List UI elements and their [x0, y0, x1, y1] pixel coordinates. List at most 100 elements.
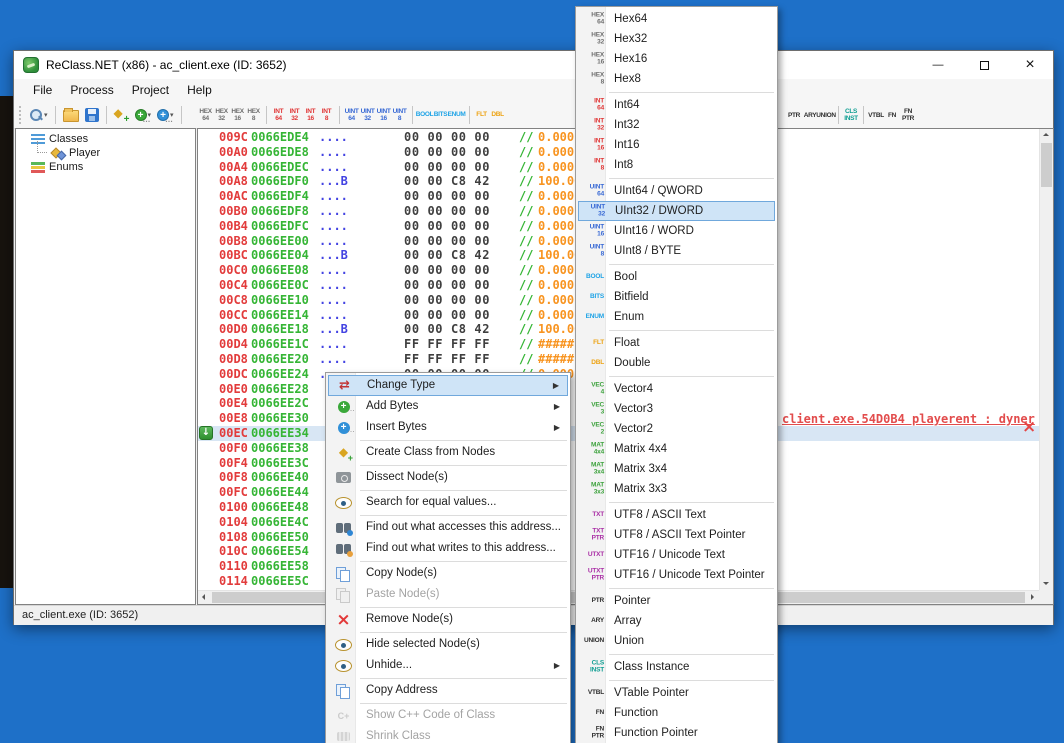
- toolbar-type-enum[interactable]: ENUM: [449, 109, 465, 120]
- toolbar-type-union[interactable]: UNION: [818, 110, 834, 121]
- toolbar-type-fnptr[interactable]: FNPTR: [900, 106, 916, 124]
- type-menu-item-function[interactable]: FNFunction: [578, 703, 775, 723]
- type-menu-item-matrix-3x3[interactable]: MAT3x3Matrix 3x3: [578, 479, 775, 499]
- toolbar-type-hex32[interactable]: HEX32: [214, 106, 230, 124]
- type-menu-item-utf16-unicode-text-pointer[interactable]: UTXTPTRUTF16 / Unicode Text Pointer: [578, 565, 775, 585]
- toolbar-type-uint8[interactable]: UINT8: [392, 106, 408, 124]
- type-int-16-icon: INT16: [580, 139, 607, 152]
- context-menu-item-remove-node-s[interactable]: Remove Node(s): [328, 609, 568, 630]
- type-menu-item-int8[interactable]: INT8Int8: [578, 155, 775, 175]
- context-menu-item-change-type[interactable]: Change Type▶: [328, 375, 568, 396]
- attach-process-button[interactable]: ▾: [26, 103, 51, 127]
- vertical-scroll-thumb[interactable]: [1041, 143, 1052, 187]
- toolbar-type-hex16[interactable]: HEX16: [230, 106, 246, 124]
- toolbar-type-uint32[interactable]: UINT32: [360, 106, 376, 124]
- type-menu-item-union[interactable]: UNIONUnion: [578, 631, 775, 651]
- maximize-button[interactable]: [961, 51, 1007, 79]
- create-class-button[interactable]: [111, 103, 132, 127]
- title-bar[interactable]: ReClass.NET (x86) - ac_client.exe (ID: 3…: [14, 51, 1053, 79]
- type-menu-item-matrix-4x4[interactable]: MAT4x4Matrix 4x4: [578, 439, 775, 459]
- type-menu-item-hex64[interactable]: HEX64Hex64: [578, 9, 775, 29]
- toolbar-type-dbl[interactable]: DBL: [490, 109, 506, 120]
- toolbar-type-int8[interactable]: INT8: [319, 106, 335, 124]
- insert-bytes-button[interactable]: + ▾: [154, 103, 177, 127]
- type-menu-item-enum[interactable]: ENUMEnum: [578, 307, 775, 327]
- type-menu-item-pointer[interactable]: PTRPointer: [578, 591, 775, 611]
- toolbar-type-bool[interactable]: BOOL: [417, 109, 433, 120]
- type-menu-item-float[interactable]: FLTFloat: [578, 333, 775, 353]
- type-menu-item-bitfield[interactable]: BITSBitfield: [578, 287, 775, 307]
- context-menu: Change Type▶Add Bytes▶Insert Bytes▶ Creat…: [325, 372, 571, 743]
- type-menu-item-array[interactable]: ARYArray: [578, 611, 775, 631]
- type-menu-item-utf16-unicode-text[interactable]: UTXTUTF16 / Unicode Text: [578, 545, 775, 565]
- toolbar-type-int64[interactable]: INT64: [271, 106, 287, 124]
- toolbar-type-clsinst[interactable]: CLSINST: [843, 106, 859, 124]
- add-bytes-button[interactable]: + ▾: [132, 103, 155, 127]
- type-menu-item-int64[interactable]: INT64Int64: [578, 95, 775, 115]
- context-menu-item-search-for-equal-values[interactable]: Search for equal values...: [328, 492, 568, 513]
- scroll-up-button[interactable]: [1040, 129, 1054, 143]
- scroll-down-button[interactable]: [1040, 576, 1054, 590]
- save-project-button[interactable]: [82, 103, 102, 127]
- type-uint-64-icon: UINT64: [580, 185, 607, 198]
- toolbar-type-hex8[interactable]: HEX8: [246, 106, 262, 124]
- type-menu-item-vector2[interactable]: VEC2Vector2: [578, 419, 775, 439]
- type-menu-item-vtable-pointer[interactable]: VTBLVTable Pointer: [578, 683, 775, 703]
- type-menu-item-hex32[interactable]: HEX32Hex32: [578, 29, 775, 49]
- context-menu-item-dissect-node-s[interactable]: Dissect Node(s): [328, 467, 568, 488]
- type-menu-item-uint32-dword[interactable]: UINT32UInt32 / DWORD: [578, 201, 775, 221]
- context-menu-item-find-out-what-accesses-this-address[interactable]: Find out what accesses this address...: [328, 517, 568, 538]
- context-menu-item-find-out-what-writes-to-this-address[interactable]: Find out what writes to this address...: [328, 538, 568, 559]
- type-menu-item-hex16[interactable]: HEX16Hex16: [578, 49, 775, 69]
- type-menu-item-class-instance[interactable]: CLSINSTClass Instance: [578, 657, 775, 677]
- comment-slashes: //: [519, 278, 533, 293]
- type-menu-item-function-pointer[interactable]: FNPTRFunction Pointer: [578, 723, 775, 743]
- binoculars-write-icon: [334, 541, 353, 557]
- menu-file[interactable]: File: [24, 79, 61, 101]
- menu-help[interactable]: Help: [178, 79, 221, 101]
- type-menu-item-utf8-ascii-text[interactable]: TXTUTF8 / ASCII Text: [578, 505, 775, 525]
- type-menu-item-uint8-byte[interactable]: UINT8UInt8 / BYTE: [578, 241, 775, 261]
- type-menu-item-int16[interactable]: INT16Int16: [578, 135, 775, 155]
- vertical-scrollbar[interactable]: [1039, 129, 1053, 590]
- toolbar-type-hex64[interactable]: HEX64: [198, 106, 214, 124]
- close-button[interactable]: ×: [1007, 51, 1053, 79]
- toolbar-type-ptr[interactable]: PTR: [786, 110, 802, 121]
- type-menu-item-double[interactable]: DBLDouble: [578, 353, 775, 373]
- menu-process[interactable]: Process: [61, 79, 122, 101]
- sidebar-item-player[interactable]: Player: [16, 146, 195, 160]
- context-menu-item-copy-address[interactable]: Copy Address: [328, 680, 568, 701]
- type-menu-item-vector4[interactable]: VEC4Vector4: [578, 379, 775, 399]
- type-menu-item-uint64-qword[interactable]: UINT64UInt64 / QWORD: [578, 181, 775, 201]
- toolbar-type-int32[interactable]: INT32: [287, 106, 303, 124]
- toolbar-type-fn[interactable]: FN: [884, 110, 900, 121]
- toolbar-type-bits[interactable]: BITS: [433, 109, 449, 120]
- type-menu-item-vector3[interactable]: VEC3Vector3: [578, 399, 775, 419]
- scroll-left-button[interactable]: [198, 591, 212, 605]
- context-menu-item-hide-selected-node-s[interactable]: Hide selected Node(s): [328, 634, 568, 655]
- type-menu-item-utf8-ascii-text-pointer[interactable]: TXTPTRUTF8 / ASCII Text Pointer: [578, 525, 775, 545]
- type-menu-item-bool[interactable]: BOOLBool: [578, 267, 775, 287]
- menu-item-label: UInt16 / WORD: [614, 225, 694, 237]
- type-menu-item-hex8[interactable]: HEX8Hex8: [578, 69, 775, 89]
- context-menu-item-insert-bytes[interactable]: Insert Bytes▶: [328, 417, 568, 438]
- sidebar-item-enums[interactable]: Enums: [16, 160, 195, 174]
- toolbar-type-flt[interactable]: FLT: [474, 109, 490, 120]
- type-menu-item-int32[interactable]: INT32Int32: [578, 115, 775, 135]
- type-menu-item-uint16-word[interactable]: UINT16UInt16 / WORD: [578, 221, 775, 241]
- toolbar-type-vtbl[interactable]: VTBL: [868, 110, 884, 121]
- toolbar-type-uint64[interactable]: UINT64: [344, 106, 360, 124]
- context-menu-item-copy-node-s[interactable]: Copy Node(s): [328, 563, 568, 584]
- type-menu-item-matrix-3x4[interactable]: MAT3x4Matrix 3x4: [578, 459, 775, 479]
- open-project-button[interactable]: [60, 103, 82, 127]
- context-menu-item-unhide[interactable]: Unhide...▶: [328, 655, 568, 676]
- toolbar-type-int16[interactable]: INT16: [303, 106, 319, 124]
- toolbar-type-uint16[interactable]: UINT16: [376, 106, 392, 124]
- address-cell: 0066EE58: [251, 559, 309, 574]
- context-menu-item-add-bytes[interactable]: Add Bytes▶: [328, 396, 568, 417]
- context-menu-item-create-class-from-nodes[interactable]: Create Class from Nodes: [328, 442, 568, 463]
- menu-project[interactable]: Project: [123, 79, 178, 101]
- type-uint-8-icon: UINT8: [580, 245, 607, 258]
- scroll-right-button[interactable]: [1025, 591, 1039, 605]
- minimize-button[interactable]: —: [915, 51, 961, 79]
